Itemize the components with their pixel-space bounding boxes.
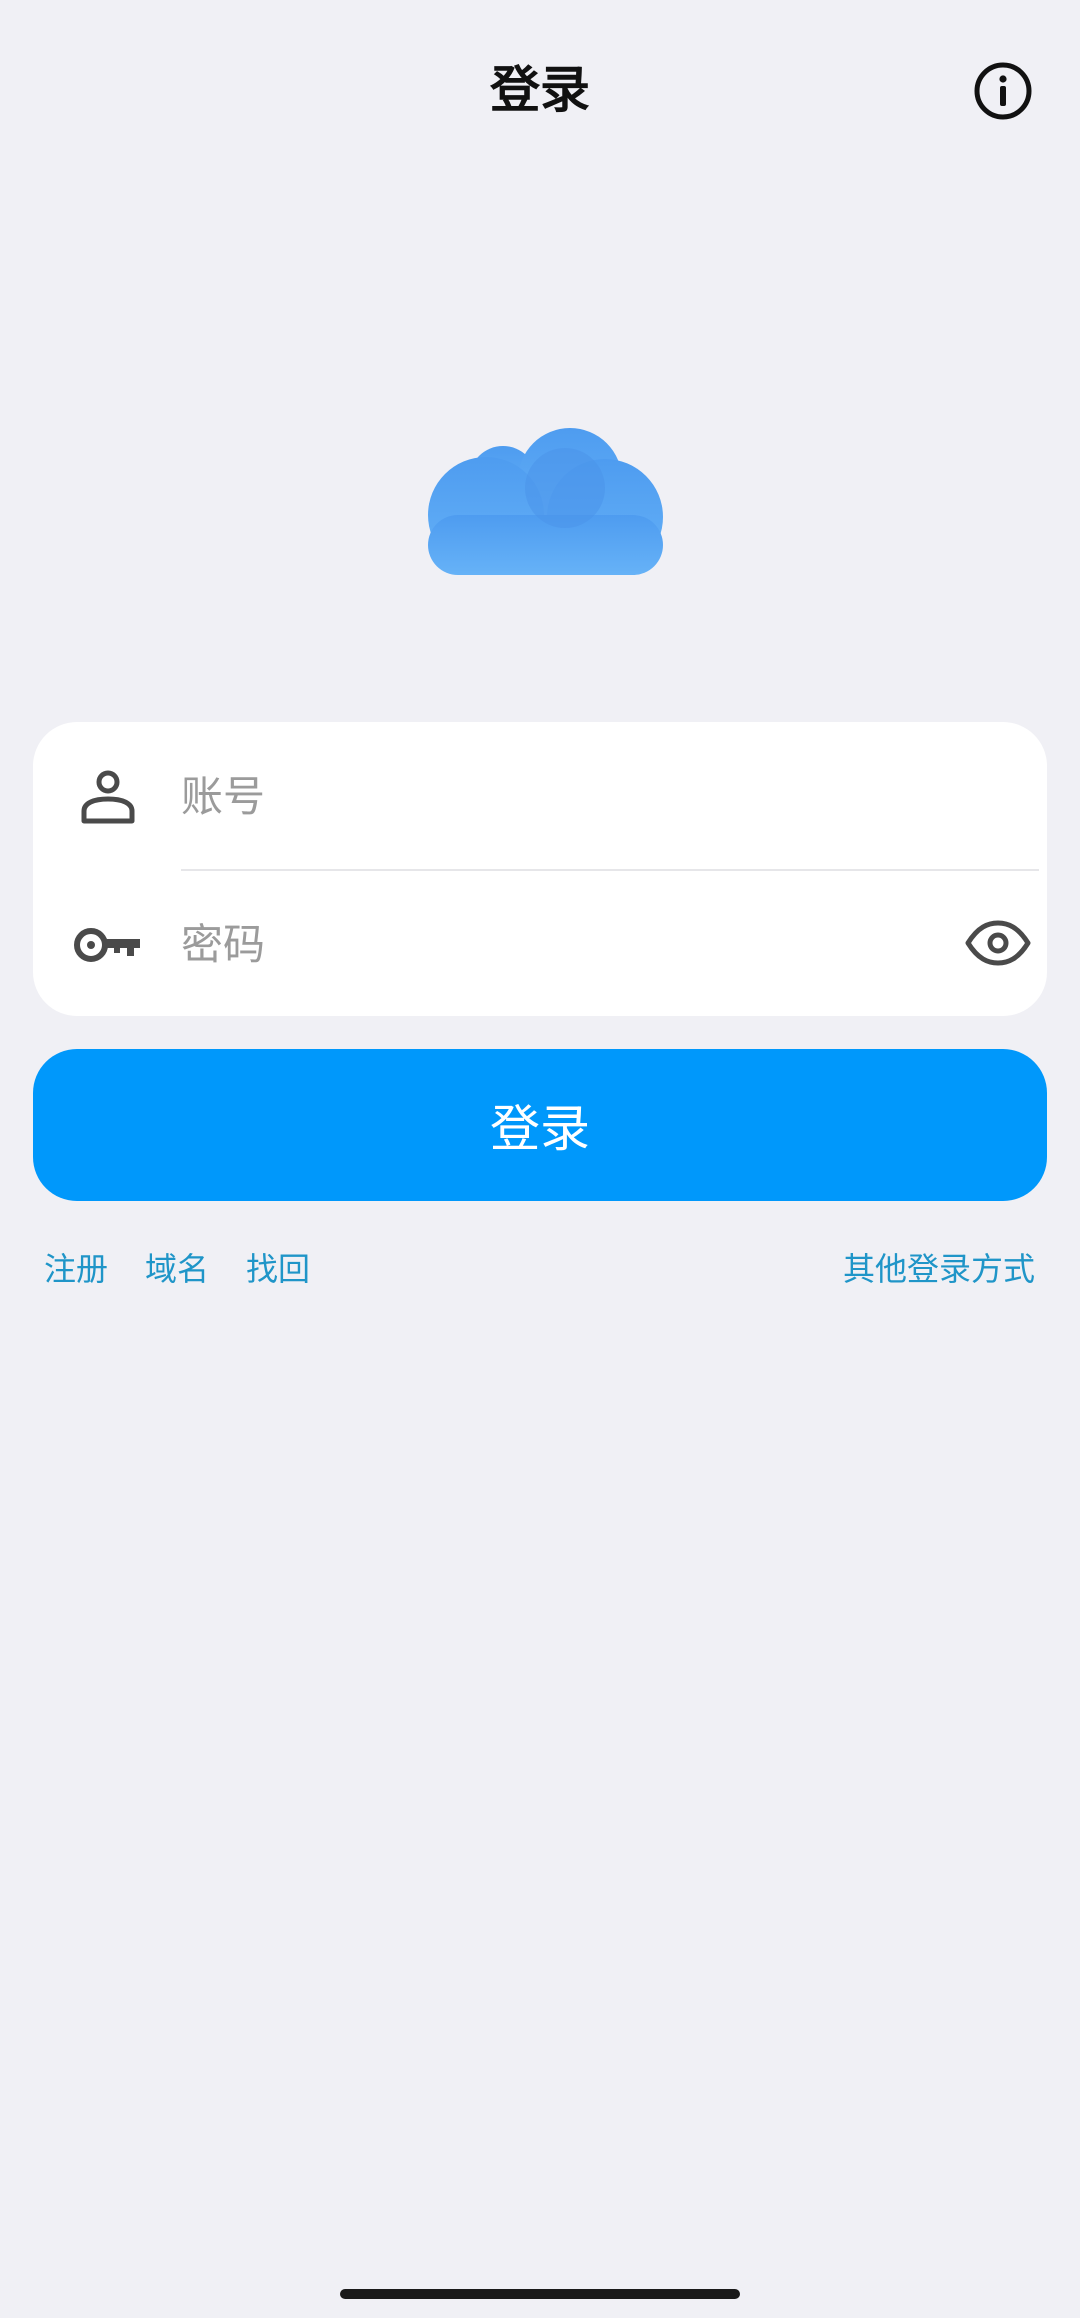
domain-link[interactable]: 域名 — [145, 1244, 209, 1294]
account-input[interactable] — [181, 756, 921, 836]
header-bar: 登录 — [0, 0, 1080, 180]
info-button[interactable] — [972, 60, 1034, 122]
app-logo — [400, 400, 680, 610]
login-button[interactable]: 登录 — [33, 1049, 1047, 1201]
cloud-icon — [428, 428, 663, 575]
user-icon — [81, 770, 135, 824]
password-row — [33, 870, 1047, 1016]
home-indicator — [340, 2289, 740, 2299]
password-input[interactable] — [181, 904, 921, 984]
register-link[interactable]: 注册 — [44, 1244, 108, 1294]
page-title: 登录 — [490, 61, 590, 119]
recover-link[interactable]: 找回 — [246, 1244, 310, 1294]
account-icon-wrap — [71, 760, 145, 834]
account-row — [33, 722, 1047, 871]
login-form-card — [33, 722, 1047, 1016]
eye-icon — [965, 920, 1031, 966]
password-icon-wrap — [71, 908, 145, 982]
info-circle-icon — [974, 62, 1032, 120]
show-password-toggle[interactable] — [958, 910, 1038, 976]
key-icon — [74, 928, 140, 962]
other-login-link[interactable]: 其他登录方式 — [843, 1244, 1035, 1294]
